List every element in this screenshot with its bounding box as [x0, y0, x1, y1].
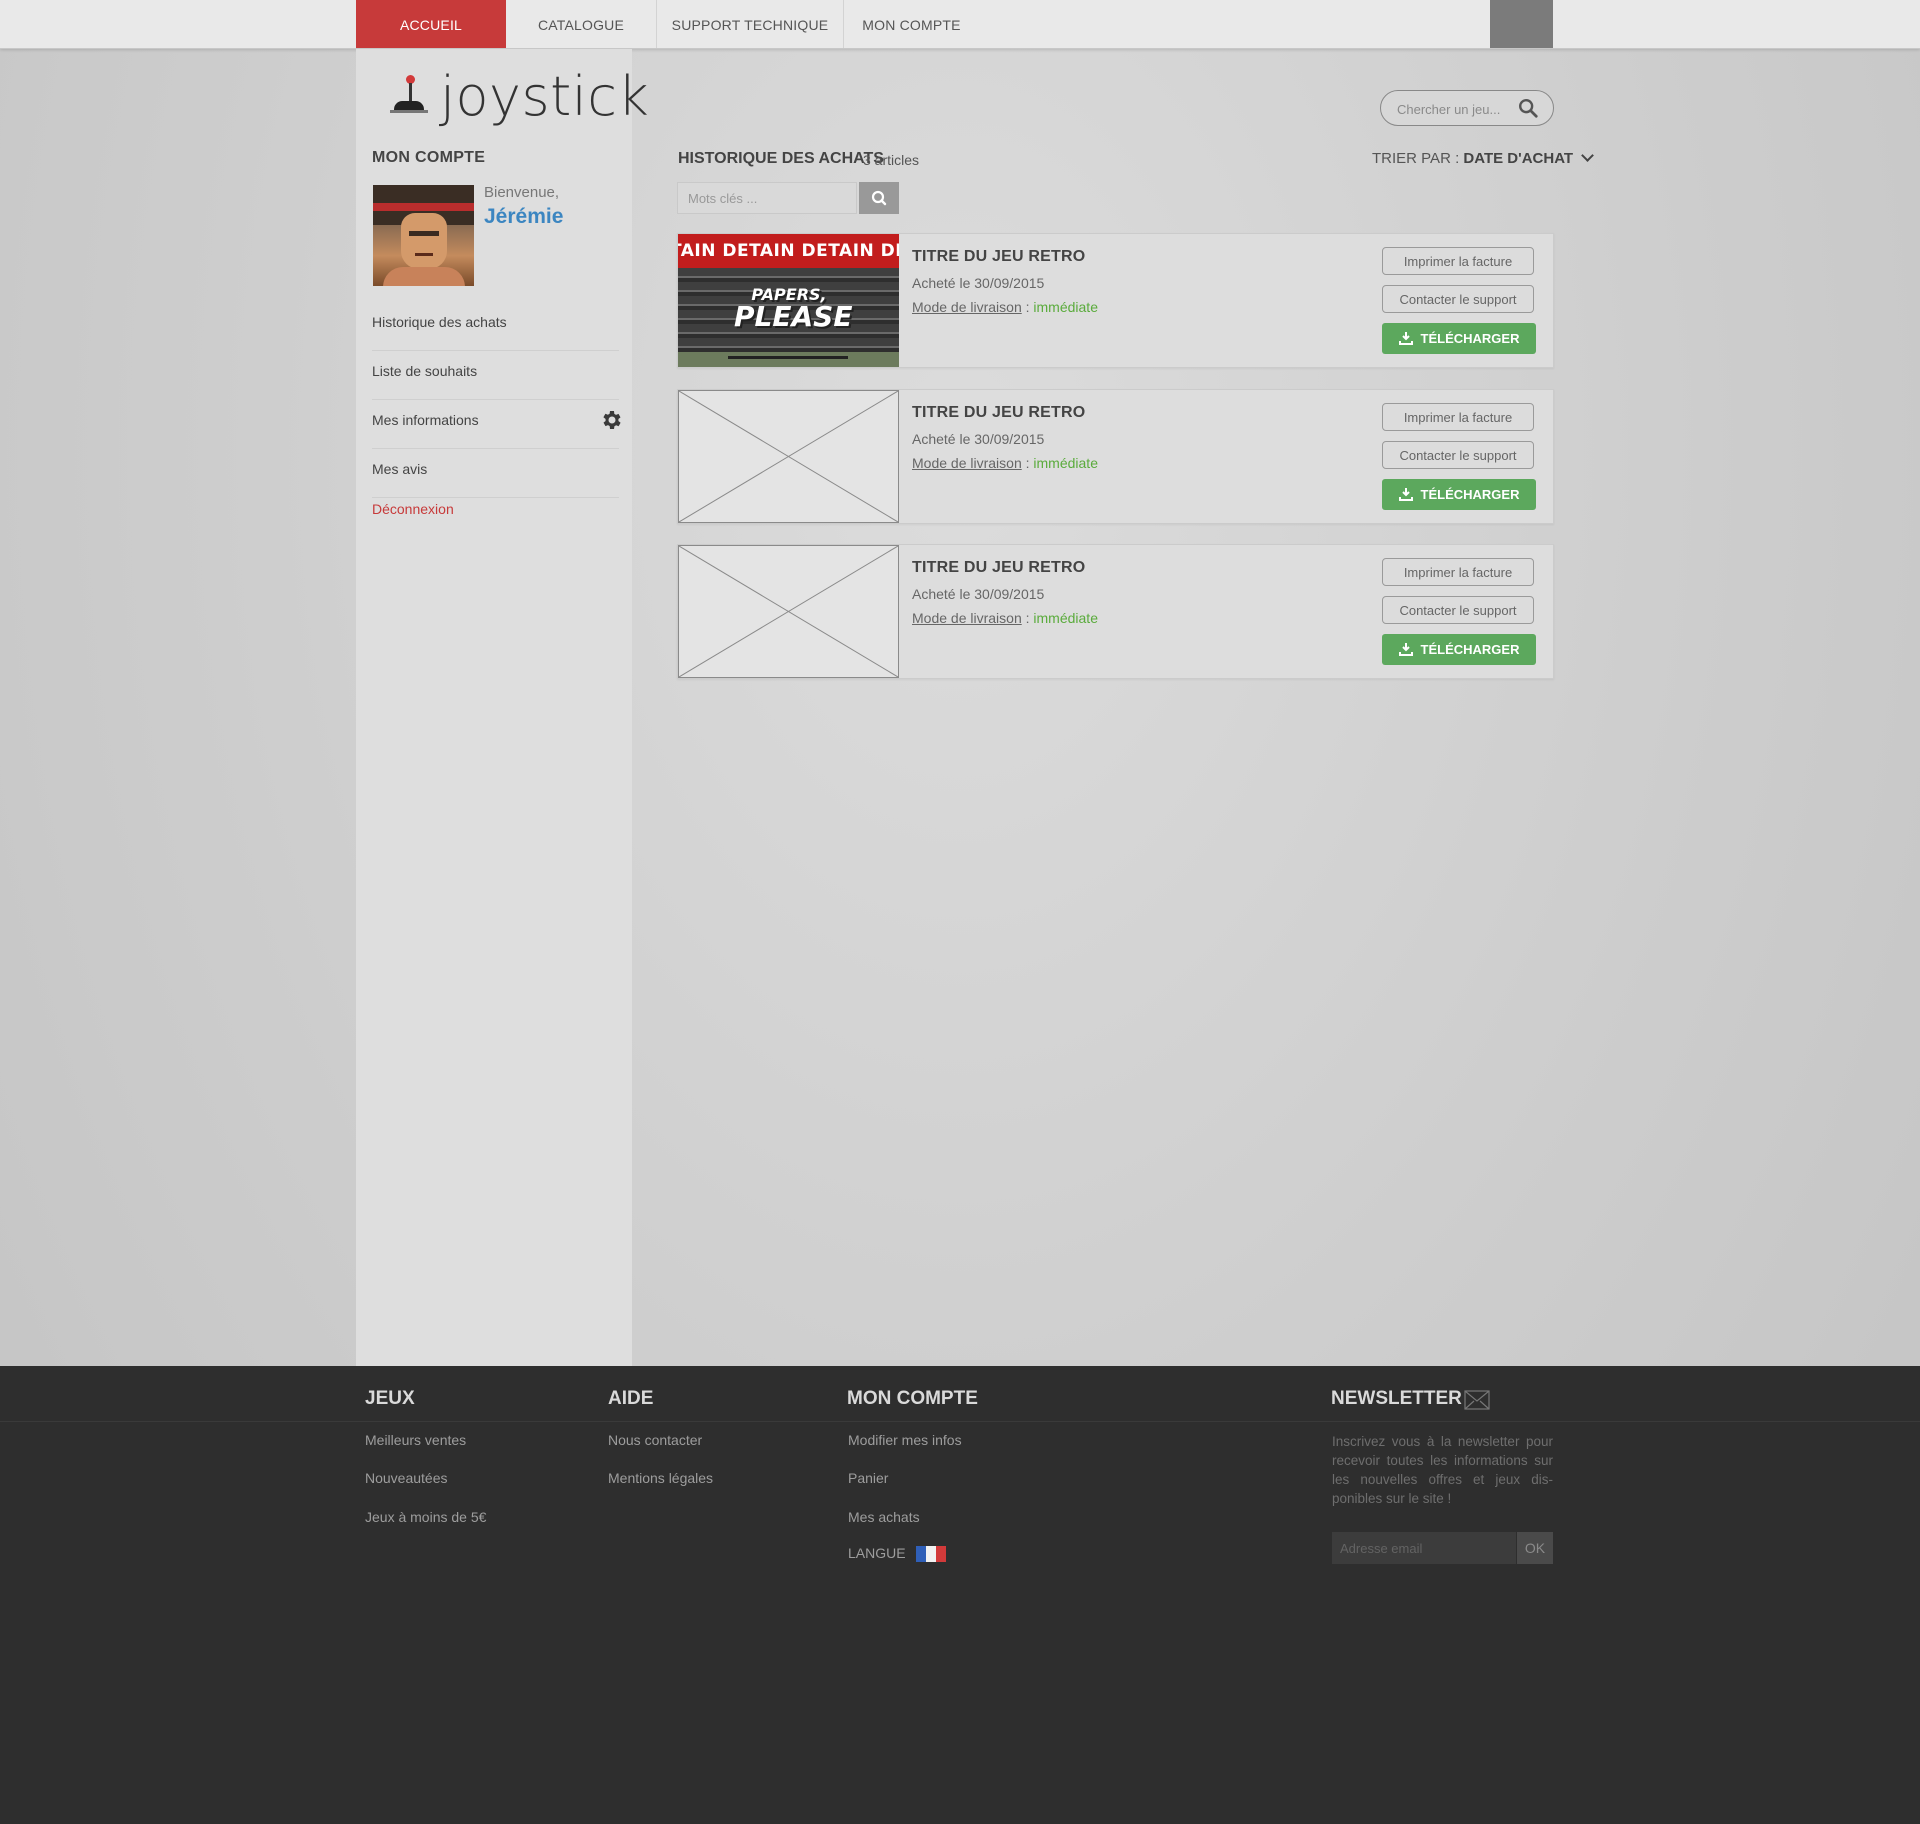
delivery-mode: Mode de livraison : immédiate	[912, 610, 1098, 626]
gear-icon[interactable]	[599, 408, 623, 432]
footer-link[interactable]: Jeux à moins de 5€	[365, 1509, 486, 1525]
game-search	[1380, 90, 1554, 126]
newsletter-email-input[interactable]	[1332, 1532, 1516, 1564]
image-placeholder-icon	[679, 546, 898, 677]
footer-title-compte: MON COMPTE	[847, 1388, 978, 1409]
tab-mon-compte[interactable]: MON COMPTE	[844, 0, 979, 48]
download-button[interactable]: TÉLÉCHARGER	[1382, 323, 1536, 354]
avatar	[373, 185, 474, 286]
footer-link[interactable]: Panier	[848, 1470, 888, 1486]
sort-label: TRIER PAR :	[1372, 150, 1460, 167]
brand-name: joystick	[440, 65, 650, 128]
game-title[interactable]: TITRE DU JEU RETRO	[912, 559, 1085, 577]
print-invoice-button[interactable]: Imprimer la facture	[1382, 558, 1534, 586]
contact-support-button[interactable]: Contacter le support	[1382, 596, 1534, 624]
search-icon	[871, 190, 887, 206]
main-nav: ACCUEIL CATALOGUE SUPPORT TECHNIQUE MON …	[356, 0, 979, 48]
footer: JEUX Meilleurs ventes Nouveautées Jeux à…	[0, 1366, 1920, 1824]
purchase-card: TITRE DU JEU RETRO Acheté le 30/09/2015 …	[677, 544, 1554, 679]
sidebar-item-label: Liste de souhaits	[372, 363, 478, 379]
search-input[interactable]	[1395, 98, 1519, 120]
game-thumbnail-placeholder[interactable]	[678, 545, 899, 678]
tab-accueil[interactable]: ACCUEIL	[356, 0, 506, 48]
welcome-text: Bienvenue,	[484, 184, 560, 201]
french-flag-icon[interactable]	[916, 1546, 946, 1562]
top-navigation-bar: ACCUEIL CATALOGUE SUPPORT TECHNIQUE MON …	[0, 0, 1920, 49]
thumbnail-banner-text: TAIN DETAIN DETAIN DET	[678, 241, 899, 261]
newsletter-ok-button[interactable]: OK	[1517, 1532, 1553, 1564]
sort-value: DATE D'ACHAT	[1463, 150, 1574, 167]
sidebar: joystick MON COMPTE Bienvenue, Jérémie H…	[356, 49, 649, 1366]
tab-support-technique[interactable]: SUPPORT TECHNIQUE	[657, 0, 844, 48]
image-placeholder-icon	[679, 391, 898, 522]
game-title[interactable]: TITRE DU JEU RETRO	[912, 404, 1085, 422]
game-title[interactable]: TITRE DU JEU RETRO	[912, 248, 1085, 266]
sidebar-title: MON COMPTE	[372, 149, 486, 166]
delivery-value: immédiate	[1033, 610, 1098, 626]
sidebar-item-informations[interactable]: Mes informations	[372, 400, 621, 449]
footer-link[interactable]: Meilleurs ventes	[365, 1432, 466, 1448]
footer-link[interactable]: Mentions légales	[608, 1470, 713, 1486]
download-icon	[1398, 487, 1413, 501]
username: Jérémie	[484, 205, 564, 228]
delivery-mode: Mode de livraison : immédiate	[912, 455, 1098, 471]
page-title: HISTORIQUE DES ACHATS	[678, 150, 884, 167]
download-button[interactable]: TÉLÉCHARGER	[1382, 634, 1536, 665]
sidebar-item-historique[interactable]: Historique des achats	[372, 302, 619, 351]
footer-title-newsletter: NEWSLETTER	[1331, 1388, 1462, 1409]
language-label: LANGUE	[848, 1545, 906, 1561]
footer-title-aide: AIDE	[608, 1388, 654, 1409]
purchase-card: TAIN DETAIN DETAIN DET PAPERS, PLEASE TI…	[677, 233, 1554, 368]
delivery-label[interactable]: Mode de livraison	[912, 299, 1022, 315]
sort-dropdown[interactable]: TRIER PAR : DATE D'ACHAT	[1372, 149, 1595, 167]
sidebar-item-label: Mes informations	[372, 412, 479, 428]
sidebar-item-avis[interactable]: Mes avis	[372, 449, 619, 498]
footer-link[interactable]: Nous contacter	[608, 1432, 702, 1448]
purchase-date: Acheté le 30/09/2015	[912, 586, 1045, 602]
logout-link[interactable]: Déconnexion	[372, 501, 454, 517]
newsletter-description: Inscrivez vous à la newsletter pour rece…	[1332, 1434, 1553, 1506]
delivery-label[interactable]: Mode de livraison	[912, 455, 1022, 471]
keyword-search-button[interactable]	[859, 182, 899, 214]
download-icon	[1398, 331, 1413, 345]
contact-support-button[interactable]: Contacter le support	[1382, 285, 1534, 313]
sidebar-item-label: Historique des achats	[372, 314, 507, 330]
purchase-date: Acheté le 30/09/2015	[912, 431, 1045, 447]
cart-button[interactable]	[1490, 0, 1553, 48]
article-count: 3 articles	[863, 152, 920, 168]
envelope-icon	[1464, 1390, 1490, 1410]
tab-catalogue[interactable]: CATALOGUE	[506, 0, 657, 48]
print-invoice-button[interactable]: Imprimer la facture	[1382, 403, 1534, 431]
thumbnail-logo: PAPERS, PLEASE	[734, 285, 853, 333]
contact-support-button[interactable]: Contacter le support	[1382, 441, 1534, 469]
download-icon	[1398, 642, 1413, 656]
sidebar-item-souhaits[interactable]: Liste de souhaits	[372, 351, 619, 400]
footer-link[interactable]: Mes achats	[848, 1509, 920, 1525]
account-menu: Historique des achats Liste de souhaits …	[372, 302, 621, 498]
footer-link[interactable]: Nouveautées	[365, 1470, 448, 1486]
delivery-value: immédiate	[1033, 299, 1098, 315]
keyword-input[interactable]	[677, 182, 857, 214]
keyword-filter	[677, 182, 899, 216]
search-icon[interactable]	[1517, 97, 1539, 119]
chevron-down-icon	[1581, 149, 1595, 162]
footer-title-jeux: JEUX	[365, 1388, 415, 1409]
game-thumbnail-placeholder[interactable]	[678, 390, 899, 523]
delivery-mode: Mode de livraison : immédiate	[912, 299, 1098, 315]
footer-link[interactable]: Modifier mes infos	[848, 1432, 962, 1448]
print-invoice-button[interactable]: Imprimer la facture	[1382, 247, 1534, 275]
brand-logo[interactable]: joystick	[386, 65, 649, 131]
delivery-label[interactable]: Mode de livraison	[912, 610, 1022, 626]
purchase-card: TITRE DU JEU RETRO Acheté le 30/09/2015 …	[677, 389, 1554, 524]
download-button[interactable]: TÉLÉCHARGER	[1382, 479, 1536, 510]
sidebar-item-label: Mes avis	[372, 461, 428, 477]
delivery-value: immédiate	[1033, 455, 1098, 471]
purchase-date: Acheté le 30/09/2015	[912, 275, 1045, 291]
game-thumbnail-papers-please[interactable]: TAIN DETAIN DETAIN DET PAPERS, PLEASE	[678, 234, 899, 367]
